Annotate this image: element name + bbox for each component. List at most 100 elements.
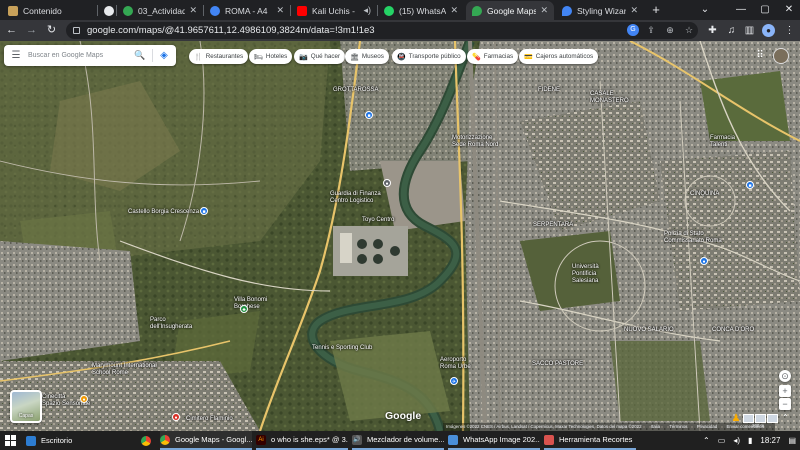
airport-pin-icon[interactable]: ✈ [450, 377, 458, 385]
close-icon[interactable]: ✕ [450, 5, 458, 16]
map-label-serpentara[interactable]: SERPENTARA [533, 222, 573, 229]
divider [152, 49, 153, 62]
taskbar-illustrator[interactable]: Ai o who is she.eps* @ 3... [256, 431, 348, 450]
map-label-castello[interactable]: Castello Borgia Crescenza [128, 209, 199, 216]
directions-icon[interactable]: ◈ [157, 49, 171, 63]
chip-restaurantes[interactable]: 🍴 Restaurantes [189, 49, 249, 64]
tab-label: 03_Actividad_Ci [138, 5, 186, 16]
extensions-puzzle-icon[interactable]: ✚ [706, 24, 719, 37]
search-icon[interactable]: 🔍 [132, 50, 148, 61]
tab-kali-uchis[interactable]: Kali Uchis - ◂) [291, 1, 377, 20]
map-label-sacco-pastore[interactable]: SACCO PASTORE [532, 361, 583, 368]
map-label-roma-urbe[interactable]: Aeroporto Roma Urbe [440, 357, 471, 371]
google-apps-grid-icon[interactable]: ⠿ [754, 50, 766, 62]
map-label-salesiana[interactable]: Università Pontificia Salesiana [572, 264, 599, 285]
tab-google-maps[interactable]: Google Maps ✕ [466, 1, 554, 20]
taskbar-volume-mixer[interactable]: 🔊 Mezclador de volume... [352, 431, 444, 450]
taskbar-google-maps[interactable]: Google Maps - Googl... [160, 431, 252, 450]
map-label-casale[interactable]: CASALE MONASTERO [590, 91, 629, 105]
map-label-parco[interactable]: Parco dell'Insugherata [150, 317, 192, 331]
expand-photos-icon[interactable]: ⌃ [782, 413, 792, 423]
chip-museos[interactable]: 🏛 Museos [345, 49, 389, 64]
police-pin-icon[interactable]: ● [700, 257, 708, 265]
tab-styling-wizard[interactable]: Styling Wizard: G ✕ [556, 1, 644, 20]
chip-hoteles[interactable]: 🛏 Hoteles [249, 49, 293, 64]
forward-button[interactable]: → [24, 23, 39, 38]
privacy-link[interactable]: Privacidad [697, 424, 718, 429]
map-label-fidene[interactable]: FIDENE [538, 87, 560, 94]
park-pin-icon[interactable]: ♣ [240, 305, 248, 313]
chip-transporte-publico[interactable]: 🚇 Transporte público [392, 49, 466, 64]
zoom-in-button[interactable]: + [779, 385, 791, 397]
tab-whatsapp[interactable]: (15) WhatsApp ✕ [378, 1, 464, 20]
clock[interactable]: 18:27 [760, 436, 780, 445]
map-label-polizia[interactable]: Polizia di Stato Commissariato Roma [664, 231, 722, 245]
volume-icon[interactable]: ◂) [733, 436, 740, 445]
map-label-nuovo-salario[interactable]: NUOVO SALARIO [624, 327, 674, 334]
tab-search-button[interactable]: ⌄ [686, 0, 724, 20]
map-label-villa[interactable]: Villa Bonomi Borghese [234, 297, 267, 311]
maps-search-input[interactable] [28, 52, 132, 59]
account-avatar[interactable] [773, 48, 789, 64]
close-icon[interactable]: ✕ [540, 5, 548, 16]
attraction-pin-icon[interactable]: ● [80, 395, 88, 403]
taskbar-escritorio[interactable]: Escritorio [26, 431, 126, 450]
battery-icon[interactable]: ▮ [748, 436, 752, 445]
place-pin-icon[interactable]: ● [383, 179, 391, 187]
transit-pin-icon[interactable]: ■ [746, 181, 754, 189]
chip-cajeros-automaticos[interactable]: 💳 Cajeros automáticos [519, 49, 599, 64]
place-pin-icon[interactable]: ● [172, 413, 180, 421]
network-icon[interactable]: ▭ [718, 436, 726, 445]
map-label-guardia-finanza[interactable]: Guardia di Finanza Centro Logistico [330, 191, 381, 205]
speaker-icon[interactable]: ◂) [363, 5, 371, 16]
tab-roma-a4[interactable]: ROMA - A4 ✕ [204, 1, 290, 20]
chip-que-hacer[interactable]: 📷 Qué hacer [294, 49, 346, 64]
taskbar-snipping-tool[interactable]: Herramienta Recortes [544, 431, 636, 450]
map-label-cimitero[interactable]: Cimitero Flaminio [186, 416, 233, 423]
terms-link[interactable]: Términos [669, 424, 687, 429]
share-icon[interactable]: ⇪ [645, 24, 657, 36]
transit-pin-icon[interactable]: ■ [365, 111, 373, 119]
notifications-icon[interactable]: ▤ [788, 436, 796, 445]
tab-contenido[interactable]: Contenido [2, 1, 98, 20]
chevron-up-icon[interactable]: ⌃ [703, 436, 710, 445]
map-label-cinquina[interactable]: CINQUINA [690, 191, 719, 198]
satellite-map[interactable]: GROTTAROSSA Motorizzazione Sede Roma Nor… [0, 41, 800, 431]
scale-bar[interactable]: 200 m [752, 423, 764, 428]
back-button[interactable]: ← [4, 23, 19, 38]
transit-pin-icon[interactable]: ■ [200, 207, 208, 215]
close-window-button[interactable]: ✕ [770, 0, 800, 20]
region-link[interactable]: Italia [651, 424, 660, 429]
profile-avatar-icon[interactable]: ● [762, 24, 775, 37]
windows-start-icon[interactable] [5, 435, 16, 446]
map-label-conca-doro[interactable]: CONCA D'ORO [712, 327, 754, 334]
close-icon[interactable]: ✕ [189, 5, 197, 16]
zoom-icon[interactable]: ⊕ [664, 24, 676, 36]
taskbar-chrome[interactable] [141, 431, 157, 450]
tab-blank[interactable] [98, 1, 116, 20]
map-label-talenti[interactable]: Farmacia Talenti [710, 135, 735, 149]
map-label-motorizzazione[interactable]: Motorizzazione Sede Roma Nord [452, 135, 498, 149]
chip-farmacias[interactable]: 💊 Farmacias [467, 49, 519, 64]
map-label-toyo[interactable]: Toyo Centro [362, 217, 394, 224]
address-bar[interactable]: google.com/maps/@41.9657611,12.4986109,3… [66, 22, 698, 39]
tab-actividad[interactable]: 03_Actividad_Ci ✕ [117, 1, 203, 20]
my-location-button[interactable]: ⊙ [779, 370, 791, 382]
hamburger-menu-icon[interactable]: ☰ [4, 50, 28, 61]
close-icon[interactable]: ✕ [630, 5, 638, 16]
kebab-menu-icon[interactable]: ⋮ [783, 24, 796, 37]
close-icon[interactable]: ✕ [276, 5, 284, 16]
layers-toggle-button[interactable]: Capas [10, 390, 42, 423]
map-label-tennis-club[interactable]: Tennis e Sporting Club [312, 345, 372, 352]
map-label-grottarossa[interactable]: GROTTAROSSA [333, 87, 379, 94]
media-control-icon[interactable]: ♫ [725, 24, 738, 37]
new-tab-button[interactable]: + [648, 2, 664, 18]
taskbar-whatsapp-image[interactable]: WhatsApp Image 202... [448, 431, 540, 450]
zoom-out-button[interactable]: − [779, 398, 791, 410]
google-g-icon[interactable]: G [627, 24, 639, 36]
side-panel-icon[interactable]: ▥ [743, 24, 756, 37]
photo-strip[interactable] [743, 414, 778, 423]
map-label-marymount[interactable]: Marymount International School Rome [92, 363, 157, 377]
bookmark-star-icon[interactable]: ☆ [683, 24, 695, 36]
reload-button[interactable]: ↻ [44, 23, 59, 38]
